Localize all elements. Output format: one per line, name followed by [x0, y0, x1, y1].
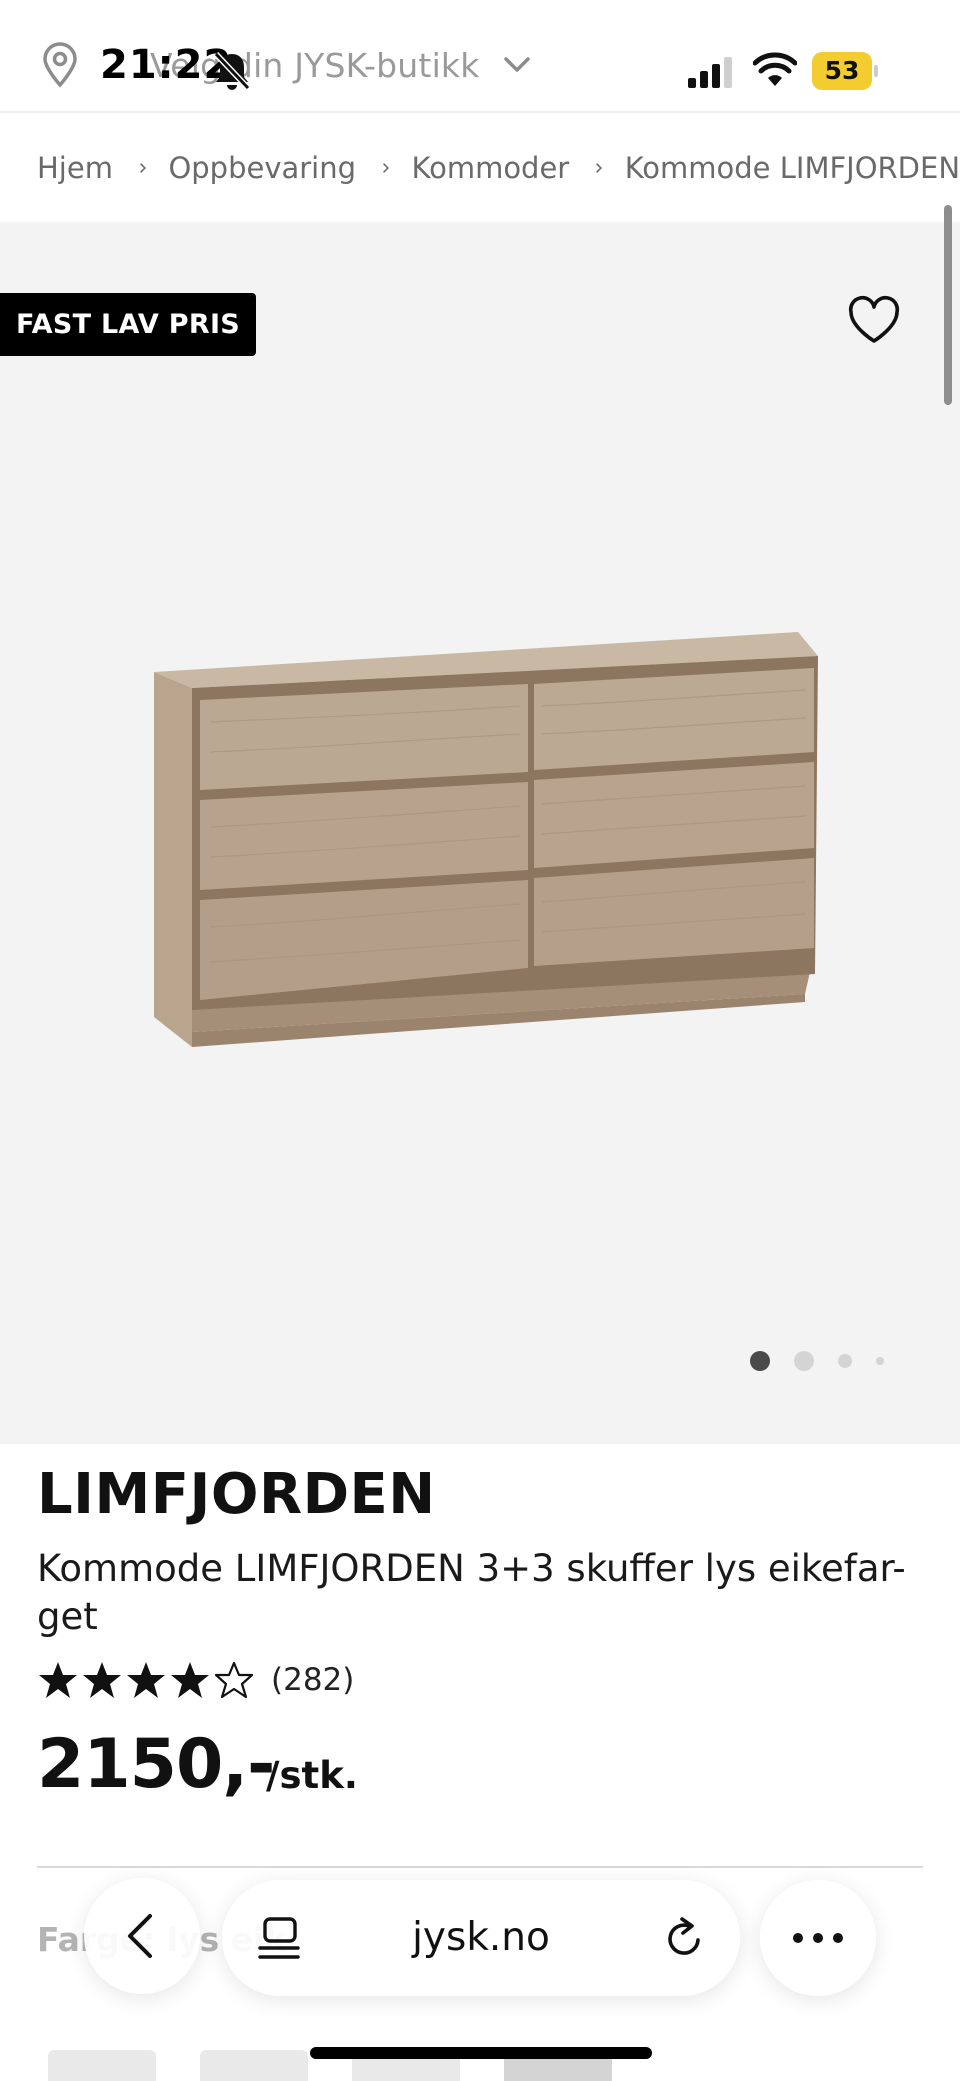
- product-title: Kommode LIMFJORDEN 3+3 skuffer lys eikef…: [37, 1547, 906, 1638]
- battery-tip: [874, 65, 878, 77]
- home-indicator: [310, 2047, 652, 2059]
- chevron-right-icon: [596, 162, 603, 173]
- chevron-left-icon: [128, 1914, 152, 1958]
- chevron-right-icon: [139, 162, 146, 173]
- price-badge: FAST LAV PRIS: [0, 293, 257, 356]
- heart-icon[interactable]: [845, 292, 903, 350]
- map-pin-icon: [43, 42, 77, 88]
- reload-icon[interactable]: [662, 1916, 706, 1960]
- browser-toolbar: jysk.no: [0, 1876, 960, 2006]
- battery-percent: 53: [824, 56, 860, 85]
- star-filled-icon: [39, 1662, 77, 1698]
- breadcrumb-link-storage[interactable]: Oppbevaring: [168, 151, 356, 185]
- bell-slash-icon: [213, 51, 251, 91]
- more-horizontal-icon: [793, 1933, 843, 1943]
- price-unit: /stk.: [266, 1754, 358, 1797]
- breadcrumb: Hjem Oppbevaring Kommoder Kommode LIMFJO…: [0, 113, 960, 222]
- top-bar: Velg din JYSK-butikk 21:22 53: [0, 0, 960, 113]
- carousel-dot[interactable]: [838, 1354, 852, 1368]
- breadcrumb-link-home[interactable]: Hjem: [37, 151, 113, 185]
- breadcrumb-link-dressers[interactable]: Kommoder: [412, 151, 570, 185]
- carousel-dot[interactable]: [876, 1357, 884, 1365]
- chevron-right-icon: [383, 162, 390, 173]
- battery-indicator: 53: [812, 52, 878, 90]
- star-outline-icon: [214, 1661, 254, 1699]
- carousel-dot[interactable]: [794, 1351, 814, 1371]
- color-variant-thumbnail[interactable]: [200, 2050, 308, 2081]
- product-rating[interactable]: (282): [37, 1655, 354, 1705]
- breadcrumb-current: Kommode LIMFJORDEN: [624, 150, 960, 185]
- color-variant-thumbnail[interactable]: [48, 2050, 156, 2081]
- scrollbar[interactable]: [944, 205, 952, 405]
- back-button[interactable]: [84, 1878, 200, 1994]
- carousel-indicator: [750, 1350, 908, 1372]
- star-filled-icon: [171, 1662, 209, 1698]
- carousel-dot[interactable]: [750, 1351, 770, 1371]
- review-count[interactable]: (282): [271, 1662, 354, 1698]
- section-divider: [37, 1866, 923, 1868]
- address-bar[interactable]: jysk.no: [222, 1880, 740, 1996]
- star-filled-icon: [127, 1662, 165, 1698]
- cellular-signal-icon: [688, 57, 732, 88]
- more-options-button[interactable]: [760, 1880, 876, 1996]
- product-image: [154, 632, 818, 1047]
- product-price: 2150,-: [37, 1725, 275, 1804]
- product-gallery[interactable]: FAST LAV PRIS: [0, 222, 960, 1444]
- wifi-icon: [753, 52, 797, 86]
- product-brand: LIMFJORDEN: [37, 1462, 436, 1527]
- chevron-down-icon: [503, 57, 530, 72]
- star-filled-icon: [83, 1662, 121, 1698]
